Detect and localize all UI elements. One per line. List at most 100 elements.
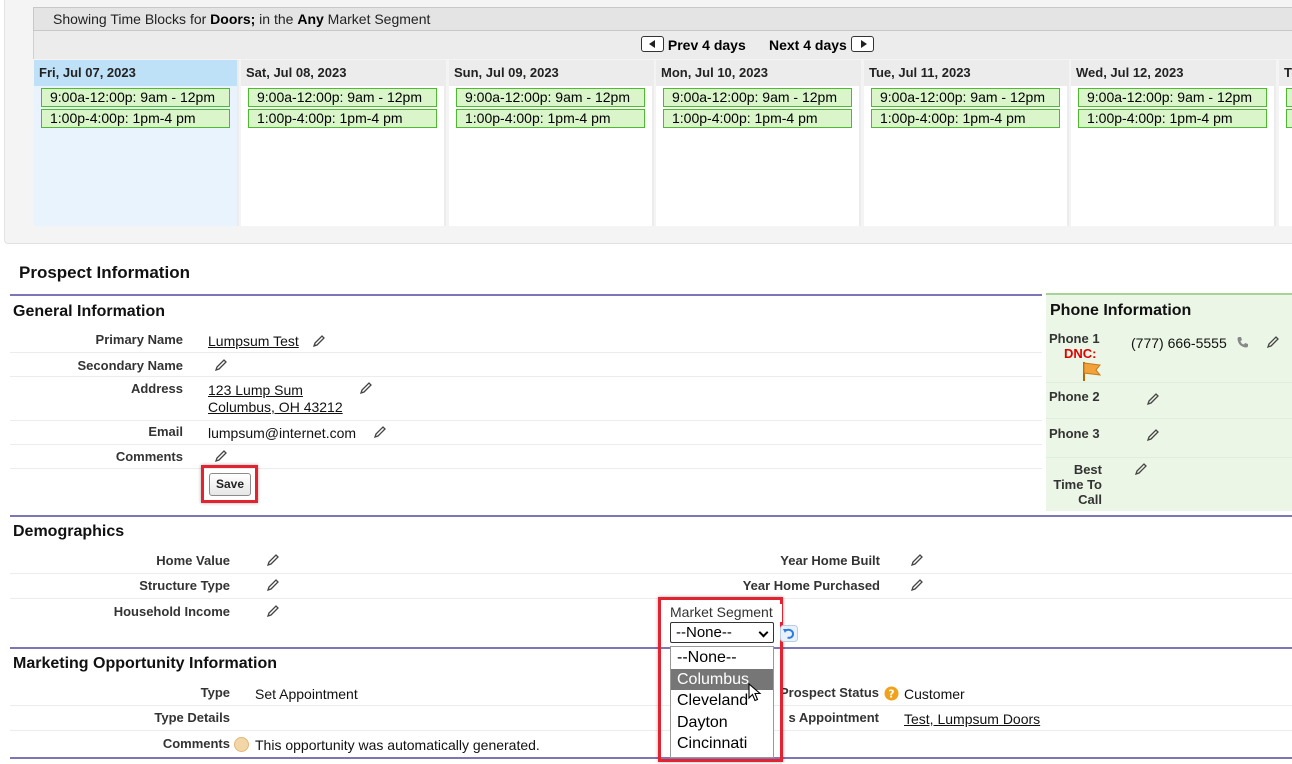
day-column: Fri, Jul 07, 2023 9:00a-12:00p: 9am - 12… [34,60,239,226]
row-divider [10,444,1042,445]
market-segment-option[interactable]: Dayton [671,712,773,734]
structure-type-label: Structure Type [139,578,230,593]
prev-4-days-link[interactable]: Prev 4 days [641,36,746,53]
address-line2-value[interactable]: Columbus, OH 43212 [208,399,343,415]
flag-icon[interactable] [1080,360,1104,382]
phone-icon[interactable] [1236,335,1250,349]
save-button[interactable]: Save [209,473,251,496]
time-slot[interactable]: 1:00p-4:00p: 1pm-4 pm [1078,109,1267,128]
address-line1-link[interactable]: 123 Lump Sum [208,382,303,398]
section-divider [10,647,1292,649]
next-4-days-link[interactable]: Next 4 days [769,36,874,53]
appointment-label: s Appointment [788,710,879,725]
time-slot[interactable]: 9:00a-12:00p: 9am - 12pm [41,88,230,107]
day-header: Sun, Jul 09, 2023 [449,60,652,86]
phone1-label: Phone 1 [1049,331,1100,346]
market-segment-selected[interactable]: --None-- [676,624,732,641]
market-segment-option[interactable]: Cincinnati [671,733,773,755]
time-slot[interactable]: 1:00p-4:00p: 1pm-4 pm [456,109,645,128]
opportunity-comments-label: Comments [162,736,230,751]
year-built-label: Year Home Built [780,553,880,568]
row-divider [1046,382,1292,383]
time-slot[interactable]: 1:00p-4:00p: 1pm-4 pm [248,109,437,128]
day-header: Sat, Jul 08, 2023 [241,60,444,86]
edit-pencil-icon[interactable] [909,577,925,593]
general-info-title: General Information [13,303,166,320]
edit-pencil-icon[interactable] [265,577,281,593]
market-segment-label: Market Segment [670,604,782,622]
row-divider [1046,418,1292,419]
edit-pencil-icon[interactable] [372,424,388,440]
edit-pencil-icon[interactable] [265,552,281,568]
row-divider [10,573,1292,574]
phone-info-title: Phone Information [1050,302,1192,319]
edit-pencil-icon[interactable] [1265,334,1281,350]
undo-icon[interactable] [780,625,798,642]
best-time-label-2: Time To [1053,477,1102,492]
edit-pencil-icon[interactable] [358,380,374,396]
time-slot[interactable]: 9:00a-12:00p: 9am - 12pm [456,88,645,107]
time-slot[interactable] [1286,109,1292,128]
row-divider [10,598,1292,599]
day-column: Wed, Jul 12, 2023 9:00a-12:00p: 9am - 12… [1071,60,1276,226]
demographics-title: Demographics [13,523,125,540]
header-prefix: Showing Time Blocks for [53,11,211,27]
time-slot[interactable] [1286,88,1292,107]
prospect-status-label: Prospect Status [780,685,879,700]
edit-pencil-icon[interactable] [265,603,281,619]
row-divider [10,705,1292,706]
appointment-value[interactable]: Test, Lumpsum Doors [904,711,1040,727]
info-icon[interactable] [234,737,249,752]
edit-pencil-icon[interactable] [311,333,327,349]
time-slot[interactable]: 9:00a-12:00p: 9am - 12pm [871,88,1060,107]
help-icon[interactable]: ? [884,686,899,701]
market-segment-select[interactable]: --None-- [670,622,774,643]
edit-pencil-icon[interactable] [1145,427,1161,443]
arrow-left-icon[interactable] [641,36,664,52]
edit-pencil-icon[interactable] [1145,391,1161,407]
header-mid: in the [255,11,298,27]
market-segment-option[interactable]: --None-- [671,647,773,669]
phone3-label: Phone 3 [1049,426,1100,441]
edit-pencil-icon[interactable] [213,448,229,464]
address-line1-value[interactable]: 123 Lump Sum [208,382,303,398]
email-value: lumpsum@internet.com [208,425,357,441]
prev-label[interactable]: Prev 4 days [668,37,746,53]
edit-pencil-icon[interactable] [909,552,925,568]
day-column: Sun, Jul 09, 2023 9:00a-12:00p: 9am - 12… [449,60,654,226]
phone1-value: (777) 666-5555 [1131,335,1227,351]
best-time-label-1: Best [1073,462,1102,477]
arrow-right-icon[interactable] [850,36,874,52]
primary-name-value[interactable]: Lumpsum Test [208,333,299,349]
time-slot[interactable]: 9:00a-12:00p: 9am - 12pm [1078,88,1267,107]
chevron-down-icon[interactable] [758,627,769,638]
day-column: Tue, Jul 11, 2023 9:00a-12:00p: 9am - 12… [864,60,1069,226]
dnc-label: DNC: [1064,346,1097,361]
section-divider [10,515,1292,517]
household-income-label: Household Income [113,604,230,619]
type-value: Set Appointment [255,686,358,702]
best-time-label-3: Call [1078,492,1102,507]
time-slot[interactable]: 1:00p-4:00p: 1pm-4 pm [663,109,852,128]
edit-pencil-icon[interactable] [213,357,229,373]
comments-label: Comments [115,449,183,464]
day-header: Tue, Jul 11, 2023 [864,60,1067,86]
day-header: Mon, Jul 10, 2023 [656,60,859,86]
phone2-label: Phone 2 [1049,389,1100,404]
row-divider [10,420,1042,421]
time-slot[interactable]: 1:00p-4:00p: 1pm-4 pm [41,109,230,128]
year-purchased-label: Year Home Purchased [742,578,880,593]
row-divider [1046,457,1292,458]
edit-pencil-icon[interactable] [1133,461,1149,477]
time-slot[interactable]: 1:00p-4:00p: 1pm-4 pm [871,109,1060,128]
row-divider [10,730,1292,731]
opportunity-comments-value: This opportunity was automatically gener… [255,737,540,753]
calendar-header: Showing Time Blocks for Doors; in the An… [33,7,1292,31]
primary-name-link[interactable]: Lumpsum Test [208,333,299,349]
time-slot[interactable]: 9:00a-12:00p: 9am - 12pm [248,88,437,107]
next-label[interactable]: Next 4 days [769,37,847,53]
time-slot[interactable]: 9:00a-12:00p: 9am - 12pm [663,88,852,107]
appointment-link[interactable]: Test, Lumpsum Doors [904,711,1040,727]
calendar-nav: Prev 4 days Next 4 days [33,31,1292,59]
address-line2-link[interactable]: Columbus, OH 43212 [208,399,343,415]
